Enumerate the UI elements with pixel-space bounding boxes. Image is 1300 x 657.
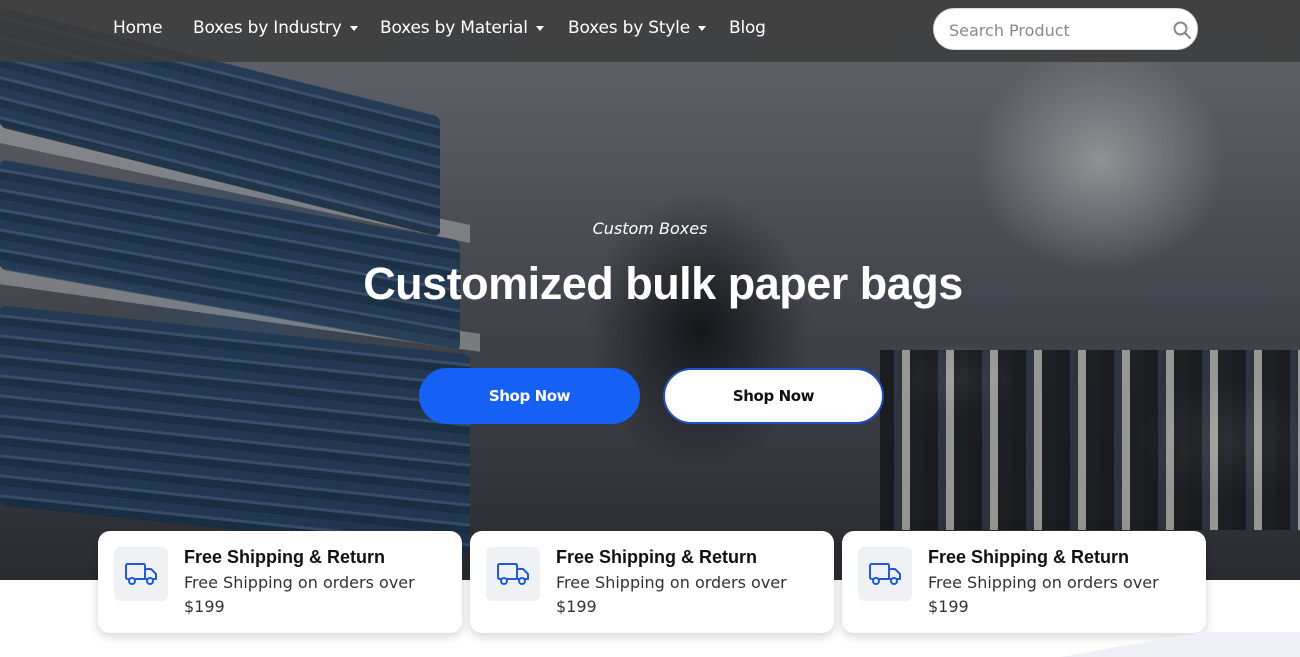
feature-title: Free Shipping & Return [556, 547, 758, 567]
truck-icon [125, 563, 157, 585]
feature-card: Free Shipping & Return Free Shipping on … [842, 531, 1206, 633]
hero-eyebrow: Custom Boxes [592, 219, 708, 238]
feature-title: Free Shipping & Return [184, 547, 386, 567]
feature-description: Free Shipping on orders over $199 [928, 573, 1159, 616]
feature-icon-box [486, 547, 540, 601]
feature-description: Free Shipping on orders over $199 [184, 573, 415, 616]
shop-now-button-secondary[interactable]: Shop Now [663, 368, 884, 424]
hero-section: Custom Boxes Customized bulk paper bags … [0, 0, 1300, 580]
shop-now-button-primary[interactable]: Shop Now [419, 368, 640, 424]
truck-icon [869, 563, 901, 585]
feature-card: Free Shipping & Return Free Shipping on … [470, 531, 834, 633]
hero-headline: Customized bulk paper bags [363, 258, 963, 309]
feature-card: Free Shipping & Return Free Shipping on … [98, 531, 462, 633]
feature-icon-box [858, 547, 912, 601]
truck-icon [497, 563, 529, 585]
feature-title: Free Shipping & Return [928, 547, 1130, 567]
decorative-wave [1040, 632, 1300, 657]
feature-icon-box [114, 547, 168, 601]
feature-description: Free Shipping on orders over $199 [556, 573, 787, 616]
